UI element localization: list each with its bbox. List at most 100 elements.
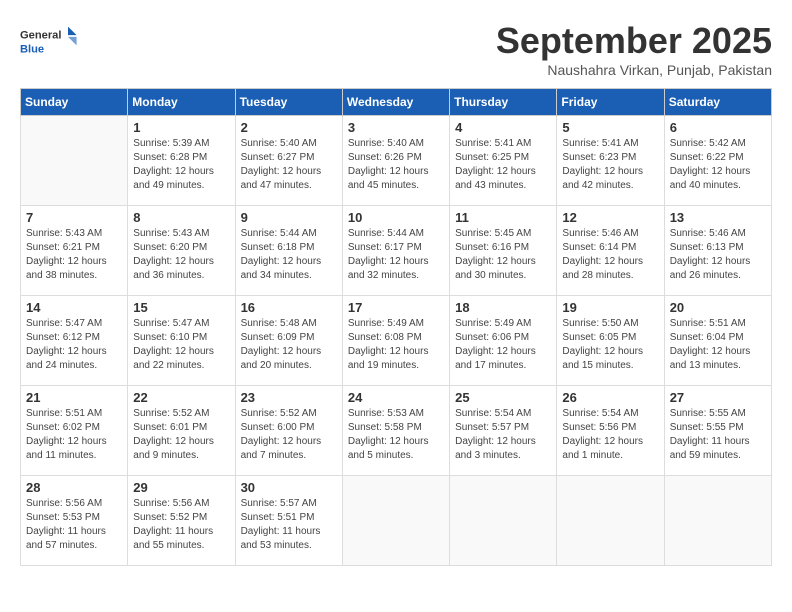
calendar-day-cell: 25 Sunrise: 5:54 AM Sunset: 5:57 PM Dayli… (450, 386, 557, 476)
day-info: Sunrise: 5:47 AM Sunset: 6:10 PM Dayligh… (133, 317, 229, 373)
day-number: 14 (26, 300, 122, 315)
weekday-header-cell: Saturday (664, 89, 771, 116)
calendar-day-cell: 18Sunrise: 5:49 AM Sunset: 6:06 PM Dayli… (450, 296, 557, 386)
calendar-day-cell: 28Sunrise: 5:56 AM Sunset: 5:53 PM Dayli… (21, 476, 128, 566)
day-number: 5 (562, 120, 658, 135)
day-info: Sunrise: 5:39 AM Sunset: 6:28 PM Dayligh… (133, 137, 229, 193)
calendar-day-cell (342, 476, 449, 566)
day-number: 24 (348, 390, 444, 405)
calendar-day-cell (450, 476, 557, 566)
weekday-header-cell: Friday (557, 89, 664, 116)
day-info: Sunrise: 5:43 AM Sunset: 6:20 PM Dayligh… (133, 227, 229, 283)
day-info: Sunrise: 5:40 AM Sunset: 6:26 PM Dayligh… (348, 137, 444, 193)
day-info: Sunrise: 5:45 AM Sunset: 6:16 PM Dayligh… (455, 227, 551, 283)
calendar-day-cell: 2 Sunrise: 5:40 AM Sunset: 6:27 PM Daylig… (235, 116, 342, 206)
calendar-day-cell: 19Sunrise: 5:50 AM Sunset: 6:05 PM Dayli… (557, 296, 664, 386)
day-info: Sunrise: 5:56 AM Sunset: 5:52 PM Dayligh… (133, 497, 229, 553)
calendar-week-row: 28Sunrise: 5:56 AM Sunset: 5:53 PM Dayli… (21, 476, 772, 566)
calendar-day-cell: 9 Sunrise: 5:44 AM Sunset: 6:18 PM Daylig… (235, 206, 342, 296)
day-info: Sunrise: 5:44 AM Sunset: 6:18 PM Dayligh… (241, 227, 337, 283)
day-number: 12 (562, 210, 658, 225)
day-number: 8 (133, 210, 229, 225)
day-info: Sunrise: 5:51 AM Sunset: 6:02 PM Dayligh… (26, 407, 122, 463)
page-header: General Blue September 2025 Naushahra Vi… (20, 20, 772, 78)
calendar-week-row: 21Sunrise: 5:51 AM Sunset: 6:02 PM Dayli… (21, 386, 772, 476)
calendar-day-cell: 5 Sunrise: 5:41 AM Sunset: 6:23 PM Daylig… (557, 116, 664, 206)
day-number: 9 (241, 210, 337, 225)
day-number: 29 (133, 480, 229, 495)
calendar-day-cell: 24 Sunrise: 5:53 AM Sunset: 5:58 PM Dayli… (342, 386, 449, 476)
day-number: 23 (241, 390, 337, 405)
calendar-week-row: 14 Sunrise: 5:47 AM Sunset: 6:12 PM Dayli… (21, 296, 772, 386)
day-info: Sunrise: 5:54 AM Sunset: 5:56 PM Dayligh… (562, 407, 658, 463)
calendar-day-cell: 4Sunrise: 5:41 AM Sunset: 6:25 PM Daylig… (450, 116, 557, 206)
day-info: Sunrise: 5:52 AM Sunset: 6:00 PM Dayligh… (241, 407, 337, 463)
calendar-day-cell: 21Sunrise: 5:51 AM Sunset: 6:02 PM Dayli… (21, 386, 128, 476)
calendar-day-cell: 23 Sunrise: 5:52 AM Sunset: 6:00 PM Dayli… (235, 386, 342, 476)
day-number: 27 (670, 390, 766, 405)
logo: General Blue (20, 20, 80, 64)
location-subtitle: Naushahra Virkan, Punjab, Pakistan (496, 62, 772, 78)
weekday-header-cell: Monday (128, 89, 235, 116)
calendar-week-row: 7Sunrise: 5:43 AM Sunset: 6:21 PM Daylig… (21, 206, 772, 296)
day-number: 16 (241, 300, 337, 315)
calendar-day-cell: 29 Sunrise: 5:56 AM Sunset: 5:52 PM Dayli… (128, 476, 235, 566)
calendar-day-cell: 15 Sunrise: 5:47 AM Sunset: 6:10 PM Dayli… (128, 296, 235, 386)
weekday-header-cell: Tuesday (235, 89, 342, 116)
calendar-day-cell: 7Sunrise: 5:43 AM Sunset: 6:21 PM Daylig… (21, 206, 128, 296)
logo-svg: General Blue (20, 20, 80, 64)
day-number: 25 (455, 390, 551, 405)
day-number: 6 (670, 120, 766, 135)
day-info: Sunrise: 5:40 AM Sunset: 6:27 PM Dayligh… (241, 137, 337, 193)
day-info: Sunrise: 5:43 AM Sunset: 6:21 PM Dayligh… (26, 227, 122, 283)
svg-text:Blue: Blue (20, 43, 44, 55)
day-info: Sunrise: 5:44 AM Sunset: 6:17 PM Dayligh… (348, 227, 444, 283)
month-title: September 2025 (496, 20, 772, 62)
calendar-table: SundayMondayTuesdayWednesdayThursdayFrid… (20, 88, 772, 566)
day-info: Sunrise: 5:51 AM Sunset: 6:04 PM Dayligh… (670, 317, 766, 373)
day-number: 2 (241, 120, 337, 135)
calendar-day-cell: 13 Sunrise: 5:46 AM Sunset: 6:13 PM Dayli… (664, 206, 771, 296)
day-info: Sunrise: 5:42 AM Sunset: 6:22 PM Dayligh… (670, 137, 766, 193)
calendar-day-cell: 14 Sunrise: 5:47 AM Sunset: 6:12 PM Dayli… (21, 296, 128, 386)
calendar-day-cell: 27 Sunrise: 5:55 AM Sunset: 5:55 PM Dayli… (664, 386, 771, 476)
weekday-header-cell: Wednesday (342, 89, 449, 116)
weekday-header-row: SundayMondayTuesdayWednesdayThursdayFrid… (21, 89, 772, 116)
calendar-day-cell (557, 476, 664, 566)
day-number: 4 (455, 120, 551, 135)
day-number: 1 (133, 120, 229, 135)
day-number: 26 (562, 390, 658, 405)
calendar-day-cell: 16Sunrise: 5:48 AM Sunset: 6:09 PM Dayli… (235, 296, 342, 386)
svg-text:General: General (20, 30, 61, 42)
day-info: Sunrise: 5:53 AM Sunset: 5:58 PM Dayligh… (348, 407, 444, 463)
day-number: 10 (348, 210, 444, 225)
day-info: Sunrise: 5:52 AM Sunset: 6:01 PM Dayligh… (133, 407, 229, 463)
calendar-day-cell: 26 Sunrise: 5:54 AM Sunset: 5:56 PM Dayli… (557, 386, 664, 476)
day-info: Sunrise: 5:56 AM Sunset: 5:53 PM Dayligh… (26, 497, 122, 553)
calendar-day-cell: 10 Sunrise: 5:44 AM Sunset: 6:17 PM Dayli… (342, 206, 449, 296)
day-info: Sunrise: 5:55 AM Sunset: 5:55 PM Dayligh… (670, 407, 766, 463)
calendar-day-cell: 6 Sunrise: 5:42 AM Sunset: 6:22 PM Daylig… (664, 116, 771, 206)
day-info: Sunrise: 5:46 AM Sunset: 6:13 PM Dayligh… (670, 227, 766, 283)
calendar-day-cell: 8 Sunrise: 5:43 AM Sunset: 6:20 PM Daylig… (128, 206, 235, 296)
day-number: 15 (133, 300, 229, 315)
calendar-week-row: 1 Sunrise: 5:39 AM Sunset: 6:28 PM Daylig… (21, 116, 772, 206)
day-info: Sunrise: 5:49 AM Sunset: 6:06 PM Dayligh… (455, 317, 551, 373)
day-number: 20 (670, 300, 766, 315)
calendar-day-cell (21, 116, 128, 206)
day-number: 3 (348, 120, 444, 135)
day-number: 13 (670, 210, 766, 225)
day-number: 17 (348, 300, 444, 315)
day-info: Sunrise: 5:41 AM Sunset: 6:23 PM Dayligh… (562, 137, 658, 193)
calendar-day-cell: 22Sunrise: 5:52 AM Sunset: 6:01 PM Dayli… (128, 386, 235, 476)
calendar-day-cell: 17 Sunrise: 5:49 AM Sunset: 6:08 PM Dayli… (342, 296, 449, 386)
day-info: Sunrise: 5:47 AM Sunset: 6:12 PM Dayligh… (26, 317, 122, 373)
calendar-day-cell: 30Sunrise: 5:57 AM Sunset: 5:51 PM Dayli… (235, 476, 342, 566)
day-info: Sunrise: 5:49 AM Sunset: 6:08 PM Dayligh… (348, 317, 444, 373)
day-info: Sunrise: 5:54 AM Sunset: 5:57 PM Dayligh… (455, 407, 551, 463)
day-info: Sunrise: 5:46 AM Sunset: 6:14 PM Dayligh… (562, 227, 658, 283)
calendar-day-cell: 20 Sunrise: 5:51 AM Sunset: 6:04 PM Dayli… (664, 296, 771, 386)
weekday-header-cell: Thursday (450, 89, 557, 116)
calendar-day-cell (664, 476, 771, 566)
calendar-day-cell: 3 Sunrise: 5:40 AM Sunset: 6:26 PM Daylig… (342, 116, 449, 206)
